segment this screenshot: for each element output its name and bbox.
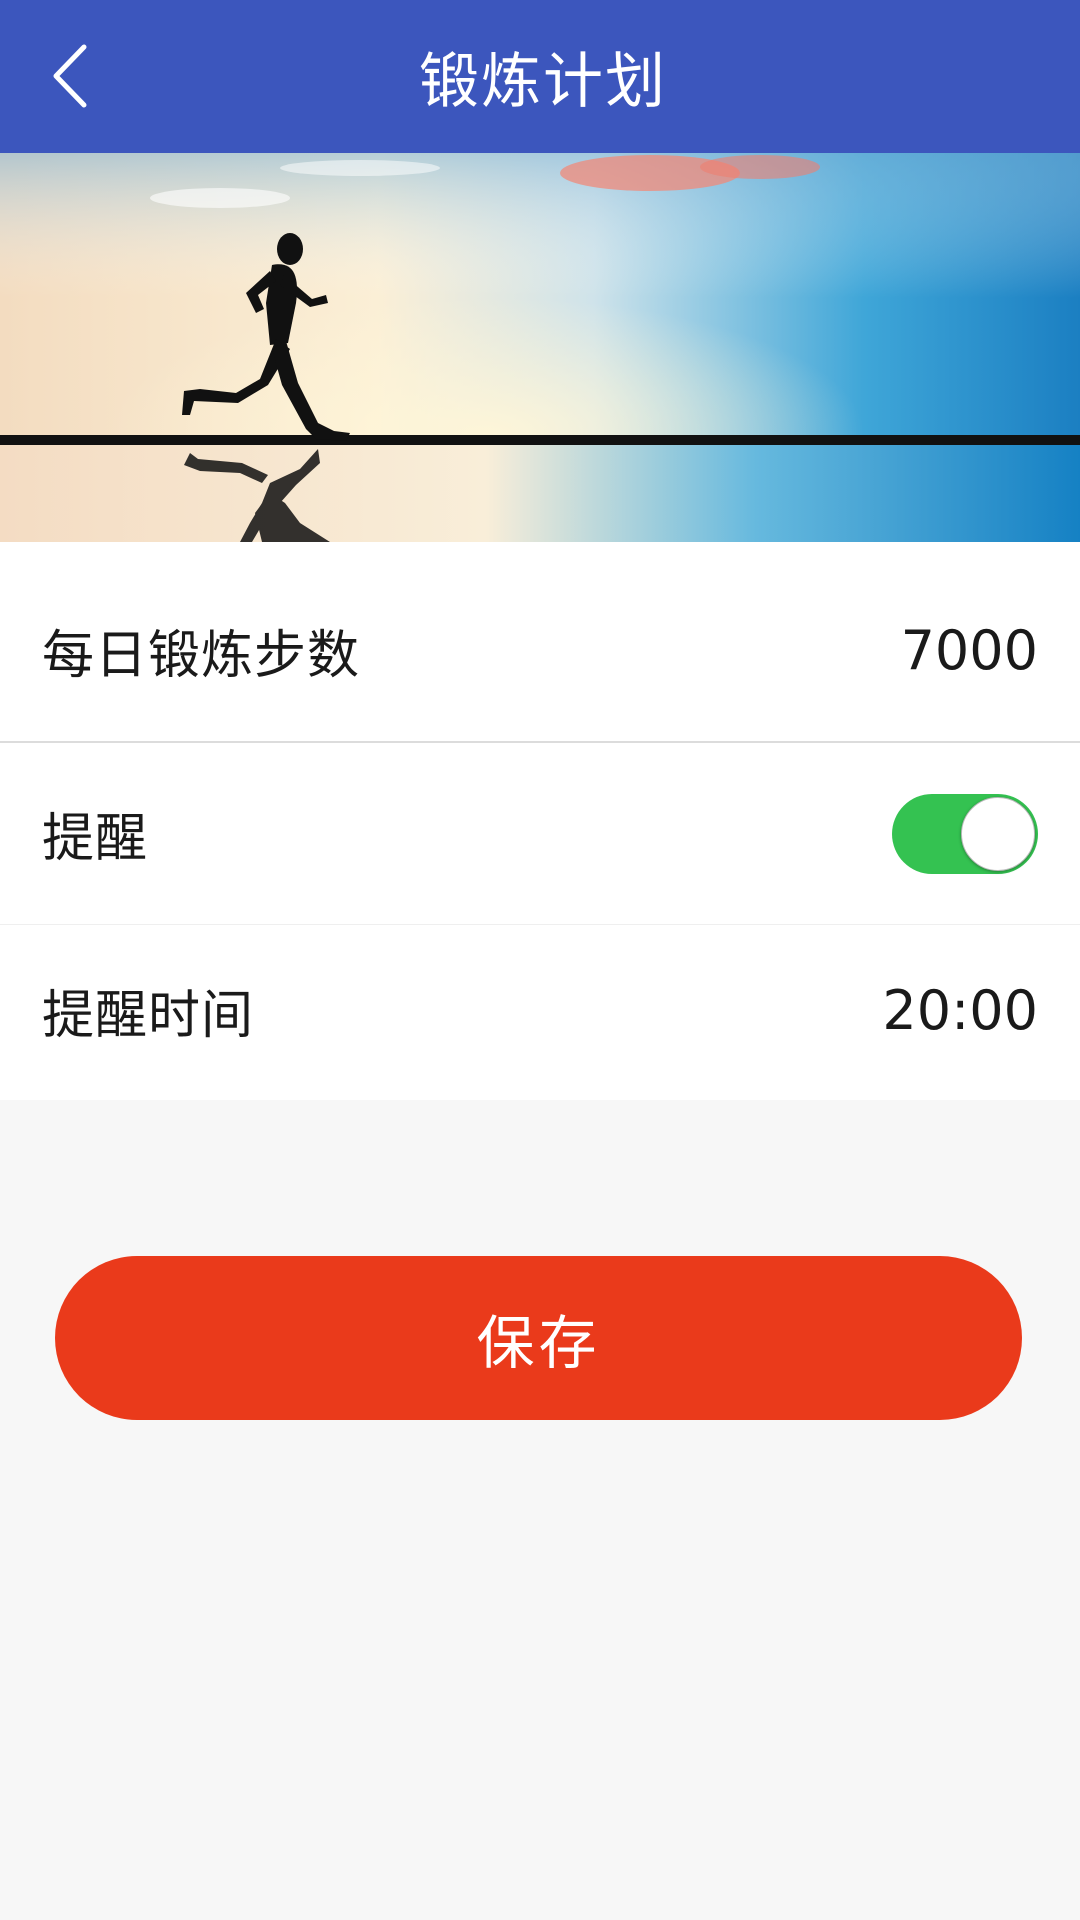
toggle-knob: [961, 796, 1035, 871]
chevron-left-icon: [53, 44, 87, 108]
back-button[interactable]: [30, 36, 110, 116]
save-button[interactable]: 保存: [55, 1256, 1022, 1420]
page-title: 锻炼计划: [419, 47, 667, 117]
daily-steps-row[interactable]: 每日锻炼步数 7000: [0, 542, 1080, 743]
settings-list: 每日锻炼步数 7000 提醒 提醒时间 20:00: [0, 542, 1080, 1100]
reminder-toggle[interactable]: [892, 793, 1038, 874]
reminder-label: 提醒: [42, 809, 149, 869]
daily-steps-label: 每日锻炼步数: [42, 626, 361, 686]
app-screen: 锻炼计划 每日锻炼步数 7000 提醒 提醒时间 20:00 保存: [0, 0, 1080, 1920]
reminder-time-value[interactable]: 20:00: [882, 979, 1038, 1042]
daily-steps-value[interactable]: 7000: [901, 619, 1038, 682]
top-bar: 锻炼计划: [0, 0, 1080, 153]
reminder-time-label: 提醒时间: [42, 986, 255, 1046]
reminder-row: 提醒: [0, 743, 1080, 925]
reminder-time-row[interactable]: 提醒时间 20:00: [0, 925, 1080, 1100]
banner-image: [0, 153, 1080, 542]
